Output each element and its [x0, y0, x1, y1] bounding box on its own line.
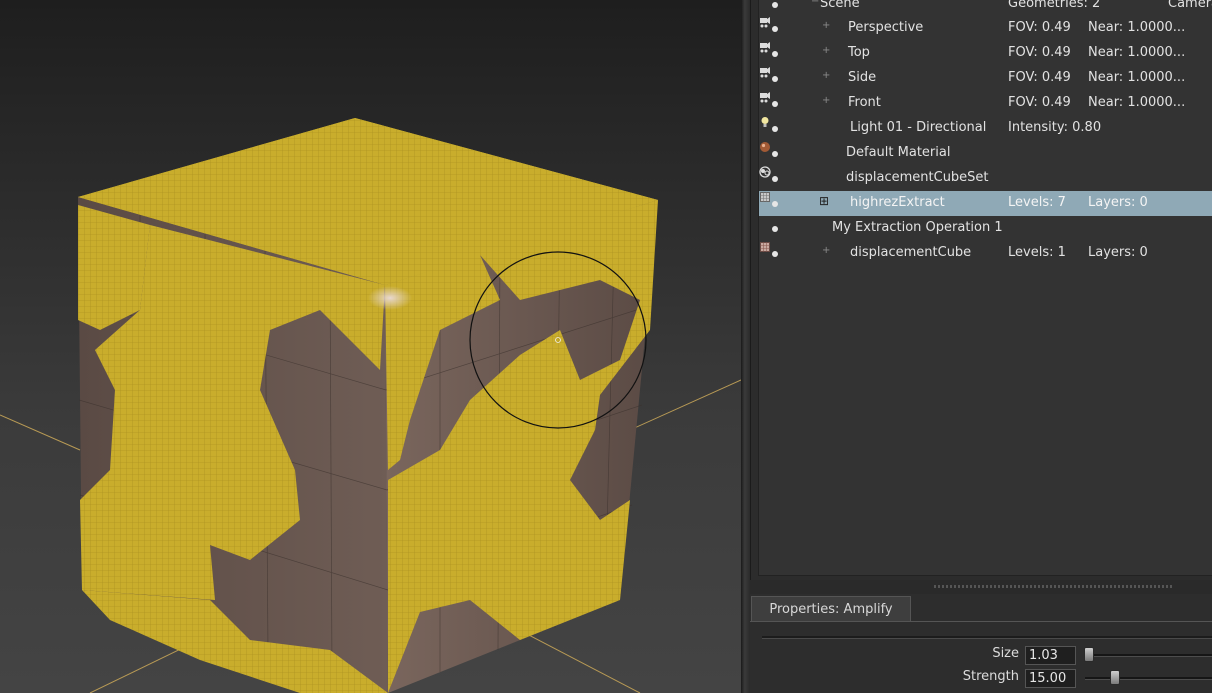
item-fov: FOV: 0.49	[1008, 20, 1071, 35]
outliner-row-perspective[interactable]: + Perspective FOV: 0.49 Near: 1.0000...	[759, 16, 1212, 41]
visibility-dot[interactable]	[772, 101, 778, 107]
outliner-row-light[interactable]: Light 01 - Directional Intensity: 0.80	[759, 116, 1212, 141]
item-fov: FOV: 0.49	[1008, 95, 1071, 110]
visibility-dot[interactable]	[772, 151, 778, 157]
strength-field[interactable]: 15.00	[1025, 669, 1076, 688]
outliner-row-front[interactable]: + Front FOV: 0.49 Near: 1.0000...	[759, 91, 1212, 116]
expand-toggle[interactable]: ⊞	[819, 194, 829, 208]
mesh-icon	[760, 242, 770, 252]
visibility-dot[interactable]	[772, 176, 778, 182]
item-layers: Layers: 0	[1088, 245, 1148, 260]
size-slider-track[interactable]	[1085, 654, 1212, 657]
item-near: Near: 1.0000...	[1088, 45, 1186, 60]
visibility-dot[interactable]	[772, 2, 778, 8]
tree-toggle[interactable]: +	[822, 20, 830, 31]
item-name: highrezExtract	[850, 195, 945, 210]
camera-icon	[760, 92, 770, 103]
visibility-dot[interactable]	[772, 251, 778, 257]
tree-toggle[interactable]: −	[811, 0, 819, 7]
size-slider-thumb[interactable]	[1084, 647, 1094, 662]
outliner-row-side[interactable]: + Side FOV: 0.49 Near: 1.0000...	[759, 66, 1212, 91]
item-levels: Levels: 1	[1008, 245, 1066, 260]
item-geometries: Geometries: 2	[1008, 0, 1101, 11]
panel-splitter[interactable]	[741, 0, 750, 693]
tab-properties-amplify[interactable]: Properties: Amplify	[751, 596, 911, 621]
outliner-list: − Scene Geometries: 2 Camera + Perspecti…	[758, 0, 1212, 576]
item-name: Top	[848, 45, 870, 60]
item-name: My Extraction Operation 1	[832, 220, 1003, 235]
properties-panel: Properties: Amplify Size 1.03 Strength 1…	[750, 594, 1212, 693]
outliner-row-extraction-operation[interactable]: My Extraction Operation 1	[759, 216, 1212, 241]
strength-slider-track[interactable]	[1085, 677, 1212, 680]
viewport-render	[0, 118, 741, 693]
item-name: displacementCube	[850, 245, 972, 260]
outliner-row-highrez-extract[interactable]: ⊞ highrezExtract Levels: 7 Layers: 0	[759, 191, 1212, 216]
3d-viewport[interactable]	[0, 0, 741, 693]
item-near: Near: 1.0000...	[1088, 95, 1186, 110]
outliner-row-top[interactable]: + Top FOV: 0.49 Near: 1.0000...	[759, 41, 1212, 66]
set-icon	[759, 166, 771, 178]
tree-toggle[interactable]: +	[822, 70, 830, 81]
outliner-row-displacement-cube[interactable]: + displacementCube Levels: 1 Layers: 0	[759, 241, 1212, 266]
size-label: Size	[992, 646, 1019, 661]
item-name: Light 01 - Directional	[850, 120, 987, 135]
scene-outliner: − Scene Geometries: 2 Camera + Perspecti…	[750, 0, 1212, 580]
mesh-icon	[760, 192, 770, 202]
tab-underline	[750, 621, 1212, 622]
material-sphere-icon	[760, 142, 770, 152]
tree-toggle[interactable]: +	[822, 95, 830, 106]
panel-resize-grip[interactable]	[934, 585, 1174, 588]
outliner-row-scene[interactable]: − Scene Geometries: 2 Camera	[759, 0, 1212, 17]
item-name: Perspective	[848, 20, 924, 35]
item-levels: Levels: 7	[1008, 195, 1066, 210]
visibility-dot[interactable]	[772, 126, 778, 132]
outliner-row-displacement-cube-set[interactable]: displacementCubeSet	[759, 166, 1212, 191]
item-name: Scene	[820, 0, 860, 11]
visibility-dot[interactable]	[772, 226, 778, 232]
item-near: Near: 1.0000...	[1088, 70, 1186, 85]
item-name: Side	[848, 70, 877, 85]
section-divider	[762, 636, 1212, 639]
strength-slider-thumb[interactable]	[1110, 670, 1120, 685]
item-name: Front	[848, 95, 881, 110]
strength-label: Strength	[962, 669, 1019, 684]
item-name: Default Material	[846, 145, 951, 160]
item-camera: Camera	[1168, 0, 1212, 11]
visibility-dot[interactable]	[772, 201, 778, 207]
item-intensity: Intensity: 0.80	[1008, 120, 1102, 135]
visibility-dot[interactable]	[772, 76, 778, 82]
tree-toggle[interactable]: +	[822, 45, 830, 56]
outliner-row-default-material[interactable]: Default Material	[759, 141, 1212, 166]
camera-icon	[760, 67, 770, 78]
item-layers: Layers: 0	[1088, 195, 1148, 210]
size-field[interactable]: 1.03	[1025, 646, 1076, 665]
item-fov: FOV: 0.49	[1008, 70, 1071, 85]
camera-icon	[760, 17, 770, 28]
tree-toggle[interactable]: +	[822, 245, 830, 256]
item-near: Near: 1.0000...	[1088, 20, 1186, 35]
item-fov: FOV: 0.49	[1008, 45, 1071, 60]
camera-icon	[760, 42, 770, 53]
item-name: displacementCubeSet	[846, 170, 989, 185]
light-bulb-icon	[761, 117, 769, 127]
visibility-dot[interactable]	[772, 51, 778, 57]
visibility-dot[interactable]	[772, 26, 778, 32]
